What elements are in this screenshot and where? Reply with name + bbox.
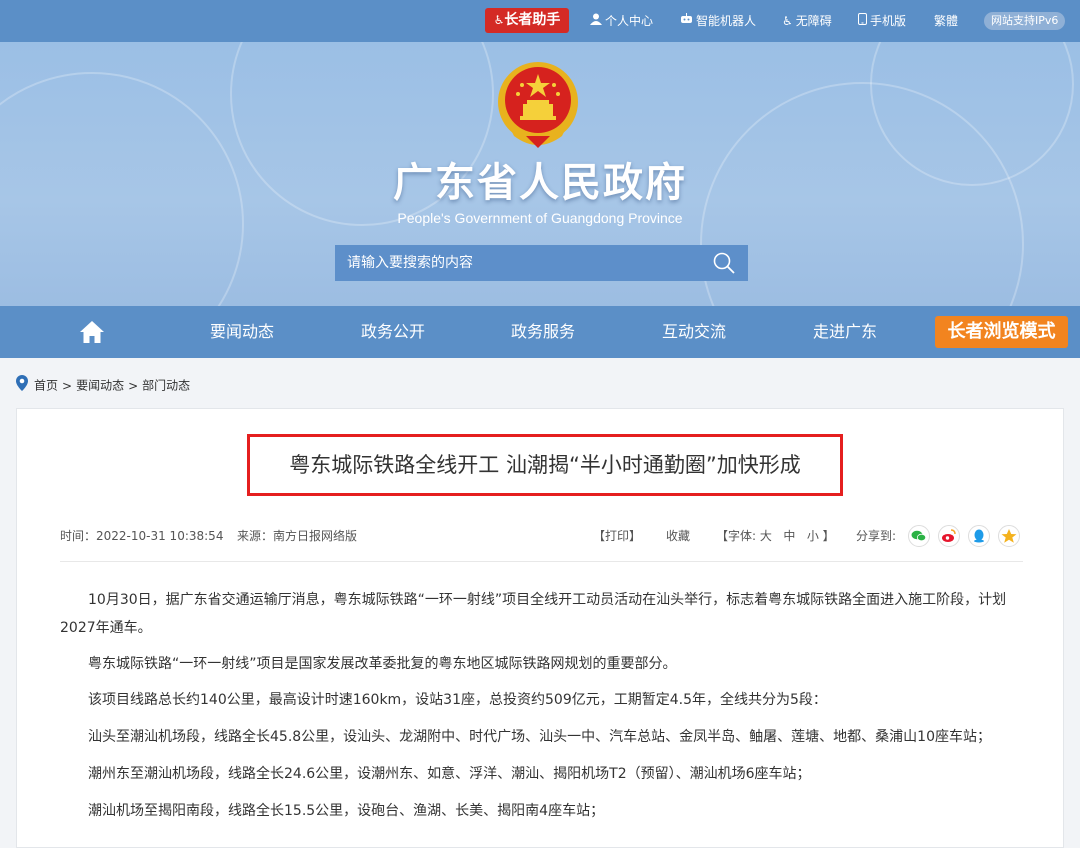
national-emblem	[496, 58, 580, 154]
nav-item-news[interactable]: 要闻动态	[182, 306, 302, 358]
breadcrumb-home[interactable]: 首页	[34, 379, 58, 393]
breadcrumb-news[interactable]: 要闻动态	[76, 379, 124, 393]
article-source: 来源：南方日报网络版	[237, 529, 358, 543]
nav-item-interaction[interactable]: 互动交流	[634, 306, 754, 358]
mobile-label: 手机版	[870, 14, 907, 28]
article-paragraph: 10月30日，据广东省交通运输厅消息，粤东城际铁路“一环一射线”项目全线开工动员…	[60, 592, 1007, 636]
font-size-bracket: 】	[822, 529, 835, 543]
elder-helper-button[interactable]: ♿︎长者助手	[485, 8, 569, 33]
top-bar: ♿︎长者助手 个人中心 智能机器人 ♿ 无障碍 手机版 繁體 网站支持IPv6	[0, 0, 1080, 42]
print-button[interactable]: 【打印】	[593, 526, 641, 546]
article-paragraph: 潮汕机场至揭阳南段，线路全长15.5公里，设砲台、渔湖、长美、揭阳南4座车站；	[88, 803, 605, 819]
breadcrumb-separator: >	[62, 378, 73, 393]
breadcrumb-department[interactable]: 部门动态	[142, 379, 190, 393]
breadcrumb: 首页 > 要闻动态 > 部门动态	[16, 375, 190, 395]
robot-label: 智能机器人	[696, 14, 757, 28]
article-paragraph: 粤东城际铁路“一环一射线”项目是国家发展改革委批复的粤东地区城际铁路网规划的重要…	[88, 656, 677, 672]
nav-item-about[interactable]: 走进广东	[785, 306, 905, 358]
favorite-button[interactable]: 收藏	[666, 526, 690, 546]
search-input[interactable]	[335, 245, 695, 281]
weibo-share-icon[interactable]	[938, 525, 960, 547]
banner: 广东省人民政府 People's Government of Guangdong…	[0, 42, 1080, 306]
user-icon	[590, 0, 602, 42]
elder-mode-button[interactable]: 长者浏览模式	[935, 316, 1068, 348]
robot-icon	[680, 0, 693, 42]
qzone-share-icon[interactable]	[998, 525, 1020, 547]
publish-time: 时间：2022-10-31 10:38:54	[60, 529, 224, 543]
font-size-label: 【字体:	[716, 529, 757, 543]
elder-helper-label: 长者助手	[504, 12, 561, 28]
font-small-button[interactable]: 小	[807, 529, 819, 543]
font-large-button[interactable]: 大	[760, 529, 772, 543]
site-subtitle: People's Government of Guangdong Provinc…	[397, 210, 683, 226]
search-icon[interactable]	[712, 251, 736, 275]
qq-share-icon[interactable]	[968, 525, 990, 547]
accessibility-link[interactable]: ♿ 无障碍	[782, 0, 832, 42]
elder-icon: ♿︎	[493, 13, 505, 27]
nav-item-gov-affairs[interactable]: 政务公开	[333, 306, 453, 358]
article-paragraph: 汕头至潮汕机场段，线路全长45.8公里，设汕头、龙湖附中、时代广场、汕头一中、汽…	[88, 729, 991, 745]
site-title: 广东省人民政府	[393, 160, 687, 206]
article-paragraph: 潮州东至潮汕机场段，线路全长24.6公里，设潮州东、如意、浮洋、潮汕、揭阳机场T…	[88, 766, 811, 782]
personal-center-label: 个人中心	[605, 14, 654, 28]
font-size-control: 【字体: 大 中 小 】	[716, 526, 835, 546]
main-nav: 要闻动态 政务公开 政务服务 互动交流 走进广东 长者浏览模式	[0, 306, 1080, 358]
title-highlight-box	[247, 434, 843, 496]
phone-icon	[858, 0, 867, 42]
breadcrumb-separator: >	[128, 378, 139, 393]
personal-center-link[interactable]: 个人中心	[590, 0, 653, 42]
robot-link[interactable]: 智能机器人	[680, 0, 756, 42]
article-paragraph: 该项目线路总长约140公里，最高设计时速160km，设站31座，总投资约509亿…	[88, 692, 827, 708]
font-medium-button[interactable]: 中	[783, 529, 795, 543]
nav-item-gov-services[interactable]: 政务服务	[483, 306, 603, 358]
location-pin-icon	[16, 375, 28, 397]
home-icon[interactable]	[79, 320, 105, 344]
wechat-share-icon[interactable]	[908, 525, 930, 547]
share-label: 分享到:	[856, 529, 897, 543]
search-bar	[335, 245, 748, 281]
accessibility-icon: ♿	[782, 14, 793, 28]
mobile-link[interactable]: 手机版	[858, 0, 906, 42]
accessibility-label: 无障碍	[795, 14, 832, 28]
traditional-link[interactable]: 繁體	[934, 0, 958, 42]
ipv6-badge: 网站支持IPv6	[984, 12, 1066, 30]
traditional-label: 繁體	[934, 14, 959, 28]
meta-divider	[60, 561, 1023, 562]
